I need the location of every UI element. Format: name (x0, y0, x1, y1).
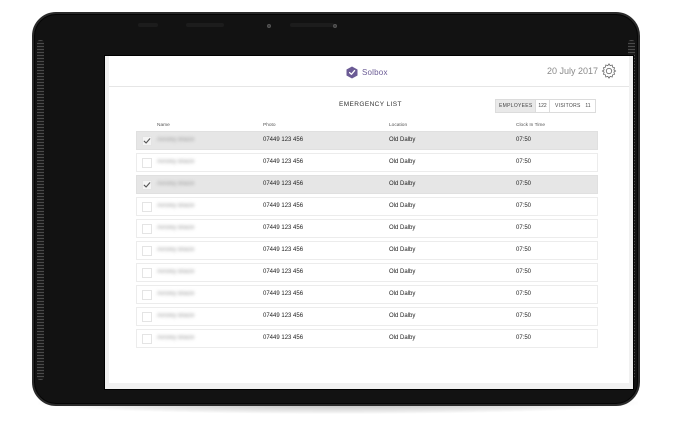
row-phone: 07449 123 456 (263, 247, 304, 253)
row-checkbox[interactable] (142, 268, 152, 278)
row-clock-in: 07:50 (516, 225, 532, 231)
row-location: Old Dalby (389, 269, 416, 275)
emergency-list-title: EMERGENCY LIST (339, 101, 402, 108)
table-header: Name Photo Location Clock In Time (109, 121, 629, 131)
visitors-tab[interactable]: VISITORS 11 (550, 99, 596, 113)
row-phone: 07449 123 456 (263, 181, 304, 187)
row-checkbox[interactable] (142, 246, 152, 256)
row-checkbox[interactable] (142, 290, 152, 300)
employee-list: Ainsley Blaize 07449 123 456 Old Dalby 07:5… (136, 131, 598, 351)
row-checkbox[interactable] (142, 312, 152, 322)
table-row[interactable]: Ainsley Blaize 07449 123 456 Old Dalby 07:5… (136, 263, 598, 282)
row-name: Ainsley Blaize (157, 247, 195, 253)
row-checkbox[interactable] (142, 334, 152, 344)
row-phone: 07449 123 456 (263, 313, 304, 319)
camera-lens (333, 24, 337, 28)
row-checkbox[interactable] (142, 224, 152, 234)
employees-count: 122 (535, 100, 549, 112)
row-name: Ainsley Blaize (157, 313, 195, 319)
row-location: Old Dalby (389, 203, 416, 209)
table-row[interactable]: Ainsley Blaize 07449 123 456 Old Dalby 07:5… (136, 131, 598, 150)
table-row[interactable]: Ainsley Blaize 07449 123 456 Old Dalby 07:5… (136, 329, 598, 348)
row-name: Ainsley Blaize (157, 269, 195, 275)
row-location: Old Dalby (389, 313, 416, 319)
checkmark-icon (143, 138, 151, 144)
sensor-dot (267, 24, 271, 28)
row-location: Old Dalby (389, 181, 416, 187)
tablet-screen: Solbox 20 July 2017 EMERGENCY LIST EMPLO… (104, 55, 634, 390)
row-clock-in: 07:50 (516, 181, 532, 187)
brand-name: Solbox (362, 67, 388, 77)
column-header-location: Location (389, 123, 408, 128)
table-row[interactable]: Ainsley Blaize 07449 123 456 Old Dalby 07:5… (136, 241, 598, 260)
row-name: Ainsley Blaize (157, 335, 195, 341)
current-date: 20 July 2017 (547, 66, 599, 76)
row-clock-in: 07:50 (516, 269, 532, 275)
app-window: Solbox 20 July 2017 EMERGENCY LIST EMPLO… (109, 56, 629, 383)
visitors-tab-label: VISITORS (555, 103, 581, 109)
row-phone: 07449 123 456 (263, 137, 304, 143)
row-phone: 07449 123 456 (263, 225, 304, 231)
table-row[interactable]: Ainsley Blaize 07449 123 456 Old Dalby 07:5… (136, 285, 598, 304)
column-header-name: Name (157, 123, 170, 128)
visitors-count: 11 (581, 100, 595, 112)
row-phone: 07449 123 456 (263, 203, 304, 209)
tablet-frame: Solbox 20 July 2017 EMERGENCY LIST EMPLO… (32, 12, 640, 406)
row-checkbox[interactable] (142, 136, 152, 146)
row-location: Old Dalby (389, 225, 416, 231)
row-name: Ainsley Blaize (157, 181, 195, 187)
table-row[interactable]: Ainsley Blaize 07449 123 456 Old Dalby 07:5… (136, 175, 598, 194)
row-name: Ainsley Blaize (157, 225, 195, 231)
employees-tab[interactable]: EMPLOYEES 122 (495, 99, 550, 113)
row-checkbox[interactable] (142, 158, 152, 168)
row-phone: 07449 123 456 (263, 335, 304, 341)
row-clock-in: 07:50 (516, 137, 532, 143)
employee-visitor-toggle: EMPLOYEES 122 VISITORS 11 (495, 99, 596, 113)
row-phone: 07449 123 456 (263, 269, 304, 275)
table-row[interactable]: Ainsley Blaize 07449 123 456 Old Dalby 07:5… (136, 153, 598, 172)
speaker-grille-left (37, 40, 44, 380)
row-name: Ainsley Blaize (157, 137, 195, 143)
row-location: Old Dalby (389, 159, 416, 165)
employees-tab-label: EMPLOYEES (499, 103, 533, 109)
volume-button (186, 23, 224, 27)
row-clock-in: 07:50 (516, 313, 532, 319)
column-header-phone: Photo (263, 123, 276, 128)
row-clock-in: 07:50 (516, 159, 532, 165)
row-location: Old Dalby (389, 137, 416, 143)
row-clock-in: 07:50 (516, 291, 532, 297)
solbox-logo-icon (346, 66, 358, 78)
table-row[interactable]: Ainsley Blaize 07449 123 456 Old Dalby 07:5… (136, 219, 598, 238)
row-phone: 07449 123 456 (263, 159, 304, 165)
power-button (290, 23, 334, 27)
top-bar: Solbox 20 July 2017 (109, 56, 629, 87)
row-checkbox[interactable] (142, 202, 152, 212)
row-location: Old Dalby (389, 247, 416, 253)
row-location: Old Dalby (389, 335, 416, 341)
gear-icon[interactable] (600, 62, 618, 80)
row-clock-in: 07:50 (516, 247, 532, 253)
row-clock-in: 07:50 (516, 203, 532, 209)
table-row[interactable]: Ainsley Blaize 07449 123 456 Old Dalby 07:5… (136, 197, 598, 216)
table-row[interactable]: Ainsley Blaize 07449 123 456 Old Dalby 07:5… (136, 307, 598, 326)
column-header-clock-in: Clock In Time (516, 123, 546, 128)
row-name: Ainsley Blaize (157, 159, 195, 165)
volume-button (138, 23, 158, 27)
row-location: Old Dalby (389, 291, 416, 297)
row-name: Ainsley Blaize (157, 203, 195, 209)
row-name: Ainsley Blaize (157, 291, 195, 297)
checkmark-icon (143, 182, 151, 188)
brand: Solbox (346, 65, 388, 79)
row-clock-in: 07:50 (516, 335, 532, 341)
row-phone: 07449 123 456 (263, 291, 304, 297)
row-checkbox[interactable] (142, 180, 152, 190)
